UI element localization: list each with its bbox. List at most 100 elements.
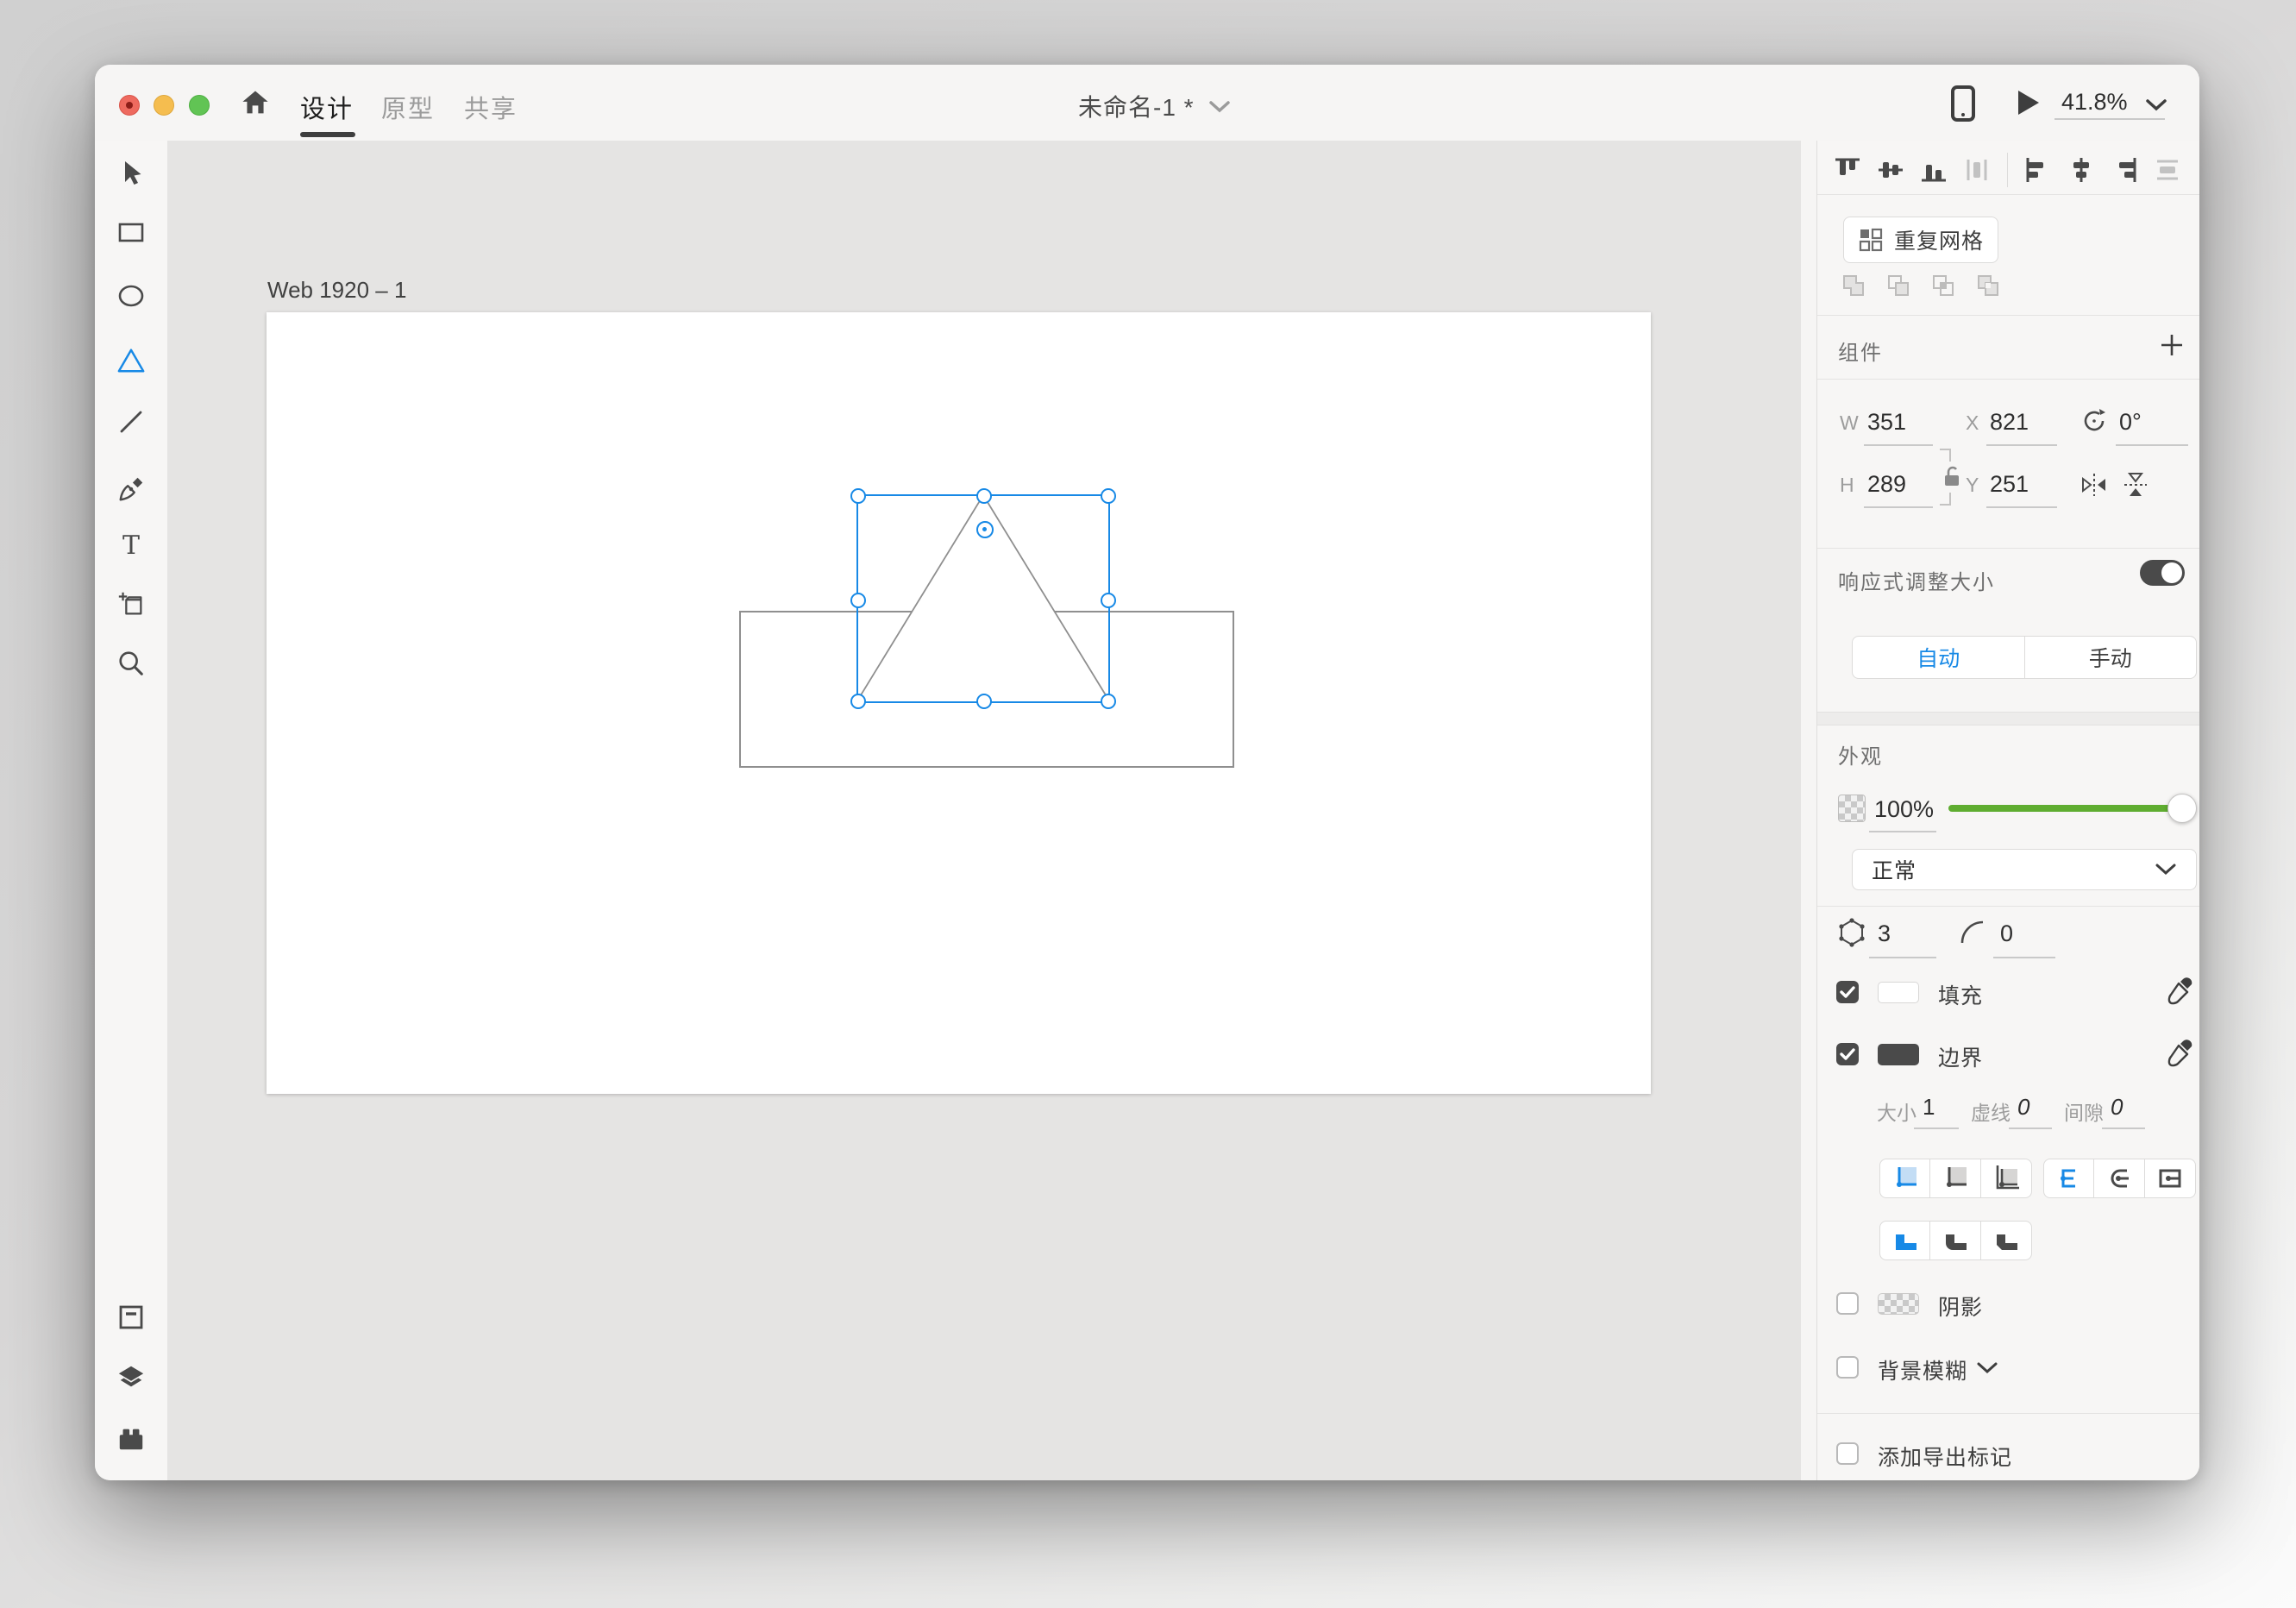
blur-chevron-down-icon[interactable] [1976,1361,1998,1375]
responsive-auto-button[interactable]: 自动 [1853,637,2025,678]
rotate-icon[interactable] [2080,406,2109,436]
tool-line[interactable] [116,407,146,437]
border-gap-input[interactable]: 0 [2111,1094,2123,1121]
miter-join-button[interactable] [1879,1221,1930,1260]
tool-select[interactable] [116,159,146,188]
border-eyedropper-icon[interactable] [2164,1038,2195,1069]
responsive-resize-toggle[interactable] [2140,560,2185,586]
layers-panel-button[interactable] [116,1363,146,1392]
align-bottom-icon[interactable] [1919,155,1948,185]
align-toolbar [1833,148,2185,192]
assets-panel-button[interactable] [116,1303,146,1332]
shadow-swatch[interactable] [1878,1293,1919,1315]
height-input[interactable]: 289 [1867,471,1906,498]
border-color-swatch[interactable] [1878,1044,1919,1065]
border-dash-input[interactable]: 0 [2017,1094,2029,1121]
fill-color-swatch[interactable] [1878,982,1919,1003]
distribute-horizontal-icon[interactable] [1962,155,1992,185]
corner-radius-handle[interactable] [976,521,994,538]
home-button[interactable] [240,87,271,118]
tool-zoom[interactable] [116,649,146,678]
tool-ellipse[interactable] [116,281,146,311]
outer-stroke-button[interactable] [1981,1159,2032,1198]
butt-cap-button[interactable] [2043,1159,2094,1198]
tool-rectangle[interactable] [116,217,146,247]
resize-handle-middle-right[interactable] [1101,593,1116,608]
document-title[interactable]: 未命名-1 * [1078,89,1195,123]
resize-handle-bottom-center[interactable] [976,694,992,709]
resize-handle-top-center[interactable] [976,488,992,504]
appearance-header: 外观 [1838,739,1883,769]
selection-bounding-box[interactable] [856,494,1110,703]
responsive-resize-label: 响应式调整大小 [1838,565,1995,595]
center-stroke-button[interactable] [1930,1159,1981,1198]
border-checkbox[interactable] [1836,1043,1859,1065]
resize-handle-middle-left[interactable] [850,593,866,608]
shadow-checkbox[interactable] [1836,1292,1859,1315]
tab-design[interactable]: 设计 [300,89,354,125]
opacity-slider-track[interactable] [1948,805,2181,812]
round-join-button[interactable] [1930,1221,1981,1260]
preview-on-device-button[interactable] [1951,85,1975,122]
export-marker-label: 添加导出标记 [1878,1441,2012,1472]
flip-vertical-icon[interactable] [2121,470,2150,499]
resize-handle-bottom-left[interactable] [850,694,866,709]
fullscreen-button[interactable] [189,95,210,116]
title-chevron-down-icon[interactable] [1208,99,1232,115]
x-input[interactable]: 821 [1990,409,2029,436]
plugins-panel-button[interactable] [116,1424,146,1454]
background-blur-checkbox[interactable] [1836,1356,1859,1379]
flip-horizontal-icon[interactable] [2080,470,2109,499]
play-button[interactable] [2015,89,2041,116]
align-top-icon[interactable] [1833,155,1862,185]
close-button[interactable] [119,95,140,116]
resize-handle-bottom-right[interactable] [1101,694,1116,709]
opacity-slider-thumb[interactable] [2167,794,2197,823]
distribute-vertical-icon[interactable] [2153,155,2182,185]
blend-mode-select[interactable]: 正常 [1852,849,2197,890]
rotation-input[interactable]: 0° [2119,409,2142,436]
zoom-chevron-down-icon[interactable] [2144,97,2168,113]
subtract-icon[interactable] [1885,272,1914,301]
align-middle-vertical-icon[interactable] [1876,155,1905,185]
projecting-cap-button[interactable] [2145,1159,2196,1198]
tab-share[interactable]: 共享 [464,89,518,125]
fill-eyedropper-icon[interactable] [2164,976,2195,1007]
canvas-pasteboard[interactable]: Web 1920 – 1 [167,141,1801,1480]
resize-handle-top-left[interactable] [850,488,866,504]
tool-text[interactable]: T [116,531,146,560]
desktop: 设计 原型 共享 未命名-1 * 41.8% [0,0,2296,1608]
opacity-input[interactable]: 100% [1874,796,1934,823]
lock-unlocked-icon[interactable] [1942,465,1962,487]
fill-label: 填充 [1938,979,1983,1010]
border-size-input[interactable]: 1 [1923,1094,1935,1121]
align-center-horizontal-icon[interactable] [2067,155,2096,185]
add-component-button[interactable] [2159,332,2185,358]
fill-checkbox[interactable] [1836,981,1859,1003]
polygon-sides-input[interactable]: 3 [1878,920,1891,947]
active-tab-underline [300,132,355,137]
repeat-grid-button[interactable]: 重复网格 [1843,217,1998,263]
y-input[interactable]: 251 [1990,471,2029,498]
union-icon[interactable] [1840,272,1869,301]
export-marker-checkbox[interactable] [1836,1442,1859,1465]
corner-radius-input[interactable]: 0 [2000,920,2013,947]
intersect-icon[interactable] [1929,272,1959,301]
responsive-manual-button[interactable]: 手动 [2025,637,2197,678]
round-cap-button[interactable] [2094,1159,2145,1198]
align-right-icon[interactable] [2110,155,2139,185]
exclude-overlap-icon[interactable] [1974,272,2004,301]
tab-prototype[interactable]: 原型 [381,89,435,125]
inner-stroke-button[interactable] [1879,1159,1930,1198]
tool-artboard[interactable] [116,589,146,619]
bevel-join-button[interactable] [1981,1221,2032,1260]
align-left-icon[interactable] [2023,155,2053,185]
width-input[interactable]: 351 [1867,409,1906,436]
resize-handle-top-right[interactable] [1101,488,1116,504]
phone-preview-icon [1951,85,1975,122]
zoom-level-value[interactable]: 41.8% [2061,89,2128,116]
border-gap-label: 间隙 [2064,1096,2104,1126]
minimize-button[interactable] [154,95,174,116]
tool-polygon[interactable] [116,346,146,375]
tool-pen[interactable] [116,474,146,504]
